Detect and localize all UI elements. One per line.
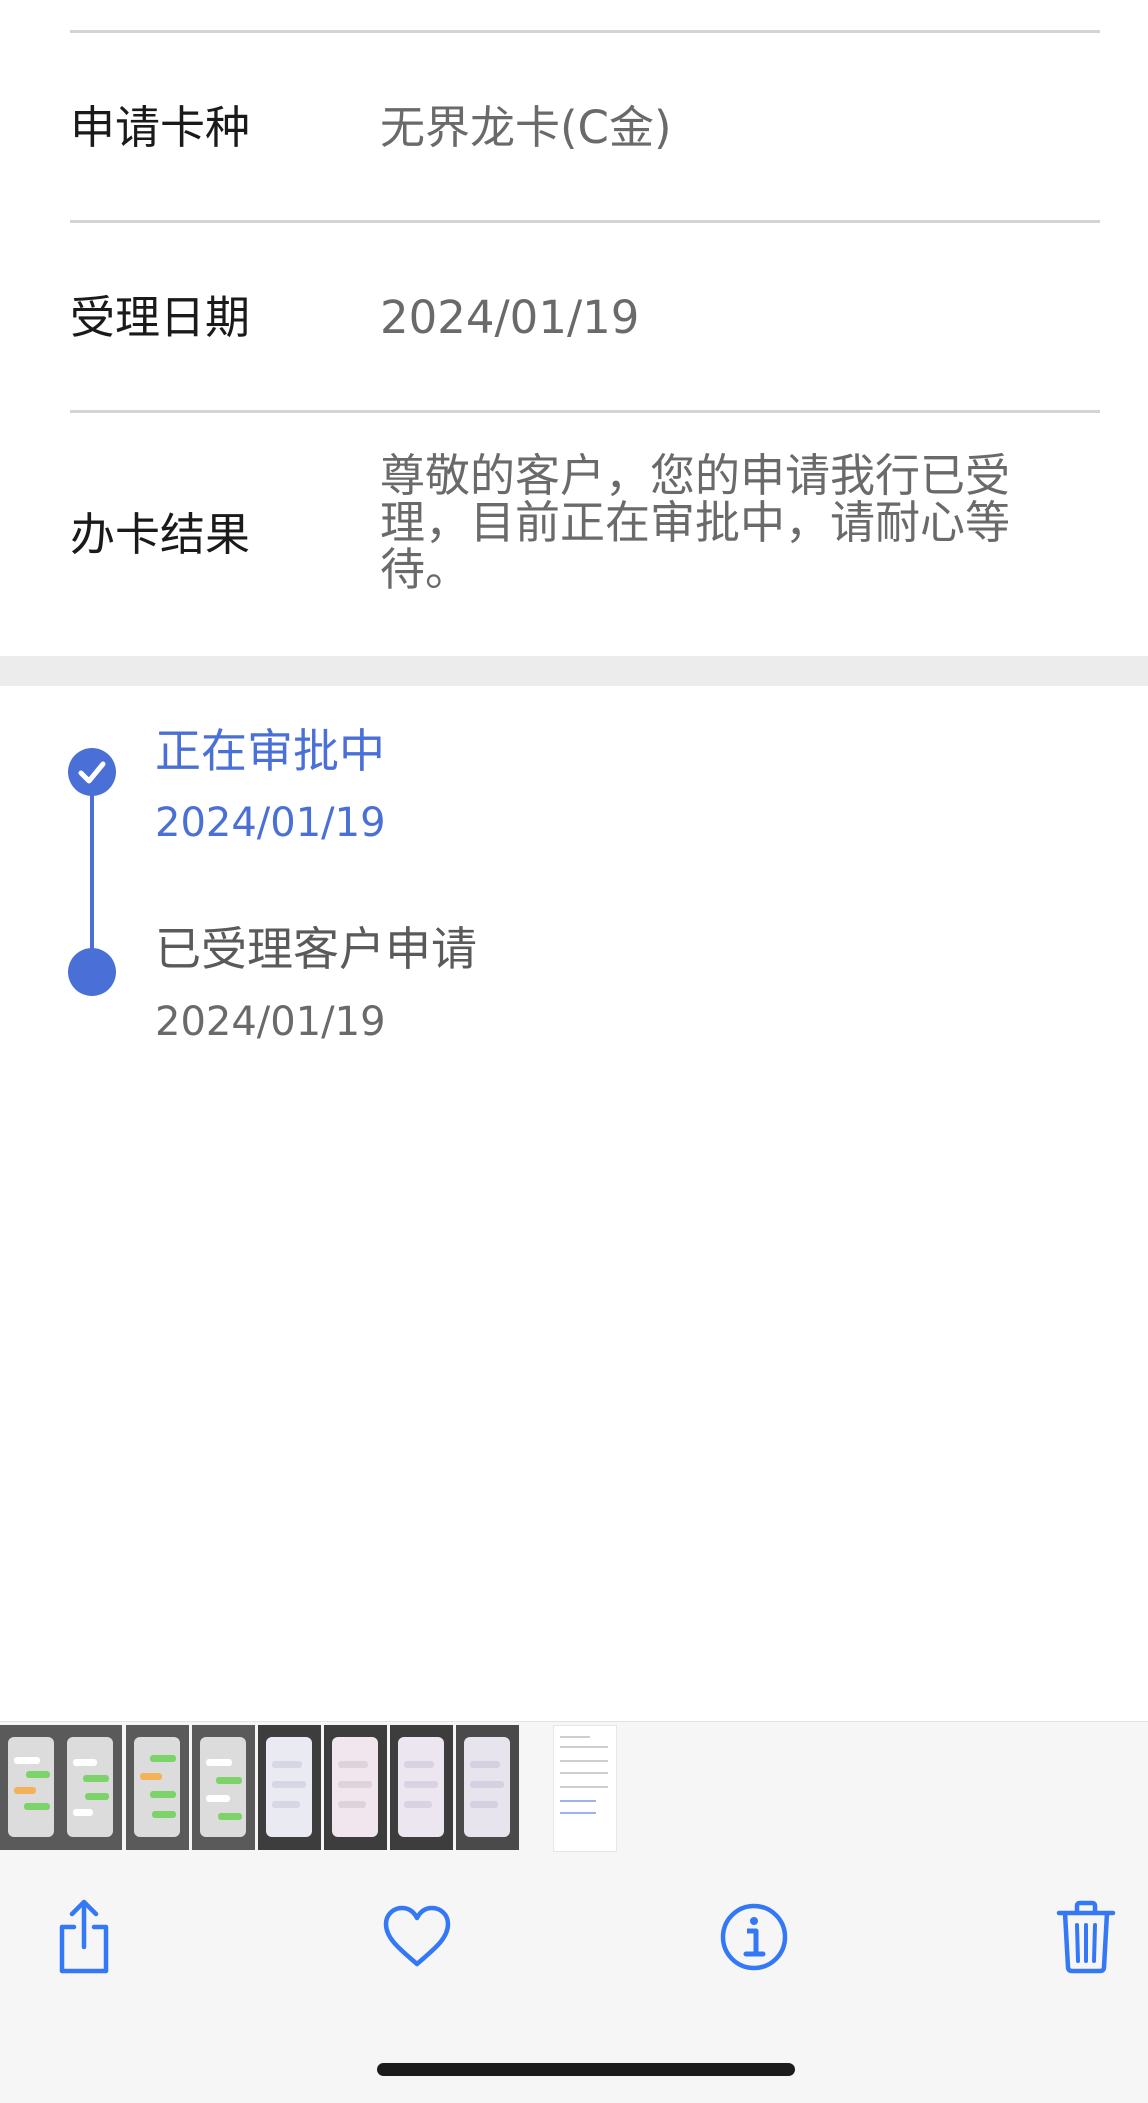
photo-thumbnail[interactable] bbox=[126, 1725, 189, 1850]
photo-thumbnail[interactable] bbox=[258, 1725, 321, 1850]
card-type-value: 无界龙卡(C金) bbox=[380, 101, 672, 154]
photo-viewer-screen: 申请卡种 无界龙卡(C金) 受理日期 2024/01/19 办卡结果 尊敬的客户… bbox=[0, 0, 1148, 2103]
favorite-button[interactable] bbox=[375, 1895, 459, 1979]
timeline-step-date: 2024/01/19 bbox=[155, 999, 386, 1045]
photo-thumbnail[interactable] bbox=[390, 1725, 453, 1850]
divider bbox=[70, 30, 1100, 33]
photo-thumbnail[interactable] bbox=[456, 1725, 519, 1850]
check-circle-icon bbox=[68, 748, 116, 796]
application-info-card: 申请卡种 无界龙卡(C金) 受理日期 2024/01/19 办卡结果 尊敬的客户… bbox=[0, 0, 1148, 656]
progress-timeline: 正在审批中 2024/01/19 已受理客户申请 2024/01/19 bbox=[0, 686, 1148, 1721]
card-type-label: 申请卡种 bbox=[70, 101, 251, 154]
timeline-step-title: 已受理客户申请 bbox=[155, 922, 477, 976]
accept-date-value: 2024/01/19 bbox=[380, 291, 640, 344]
share-icon bbox=[59, 1899, 109, 1974]
section-separator bbox=[0, 656, 1148, 686]
home-indicator[interactable] bbox=[377, 2063, 795, 2076]
dot-icon bbox=[68, 948, 116, 996]
heart-icon bbox=[383, 1905, 451, 1967]
photo-thumbnail[interactable] bbox=[0, 1725, 63, 1850]
result-label: 办卡结果 bbox=[70, 508, 251, 561]
trash-icon bbox=[1056, 1900, 1116, 1974]
photo-thumbnail[interactable] bbox=[192, 1725, 255, 1850]
info-button[interactable] bbox=[712, 1895, 796, 1979]
timeline-step-title: 正在审批中 bbox=[155, 724, 385, 778]
bottom-toolbar bbox=[0, 1853, 1148, 2103]
photo-thumbnail-current[interactable] bbox=[553, 1725, 617, 1852]
delete-button[interactable] bbox=[1044, 1895, 1128, 1979]
photo-thumbnail[interactable] bbox=[59, 1725, 122, 1850]
divider bbox=[70, 220, 1100, 223]
timeline-step-date: 2024/01/19 bbox=[155, 800, 386, 846]
share-button[interactable] bbox=[42, 1895, 126, 1979]
timeline-connector bbox=[90, 772, 94, 972]
divider bbox=[70, 410, 1100, 413]
photo-thumbnail[interactable] bbox=[324, 1725, 387, 1850]
result-value: 尊敬的客户，您的申请我行已受理，目前正在审批中，请耐心等待。 bbox=[380, 449, 1011, 596]
accept-date-label: 受理日期 bbox=[70, 291, 251, 344]
photo-thumbnail-strip[interactable] bbox=[0, 1721, 1148, 1854]
info-icon bbox=[720, 1903, 788, 1971]
